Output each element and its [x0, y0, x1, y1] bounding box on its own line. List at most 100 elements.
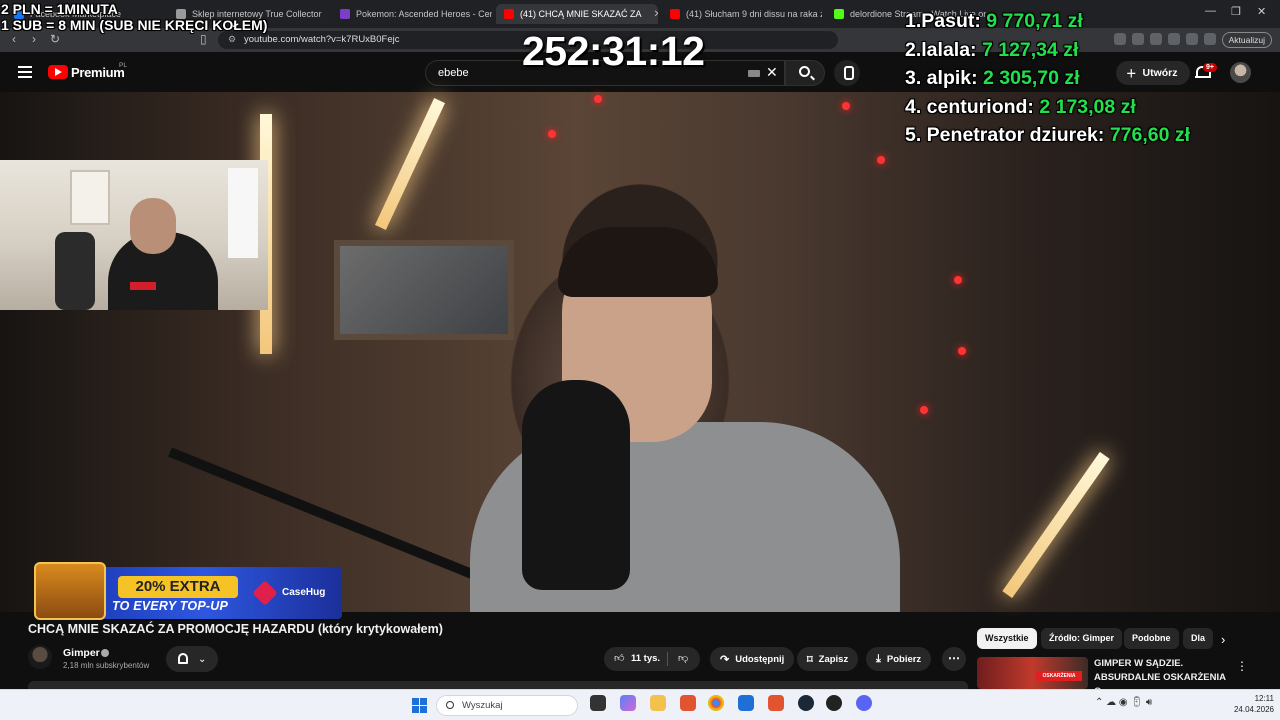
share-label: Udostępnij — [735, 653, 785, 665]
maximize-icon[interactable]: ❐ — [1231, 5, 1241, 18]
presenter-hair — [558, 227, 718, 297]
forward-icon[interactable]: › — [32, 32, 36, 46]
download-button[interactable]: ⤓ Pobierz — [866, 647, 932, 671]
donation-leaderboard: 1.Pasut: 9 770,71 zł 2.lalala: 7 127,34 … — [905, 7, 1190, 150]
donor-name: 2.lalala: — [905, 38, 977, 61]
dislike-icon[interactable]: 👎︎ — [678, 652, 688, 664]
sponsor-extra: 20% EXTRA — [118, 576, 238, 598]
background-light — [548, 130, 556, 138]
donor-amount: 9 770,71 zł — [986, 10, 1083, 32]
background-light — [374, 98, 446, 230]
tab-label: (41) CHCĄ MNIE SKAZAĆ ZA — [520, 9, 642, 19]
channel-avatar[interactable] — [28, 645, 52, 669]
leaderboard-row: 4. centuriond: 2 173,08 zł — [905, 93, 1190, 122]
youtube-logo-icon[interactable] — [48, 65, 68, 79]
voice-search-button[interactable] — [834, 60, 860, 86]
tab-youtube-active[interactable]: (41) CHCĄ MNIE SKAZAĆ ZA ✕ — [496, 4, 658, 24]
pricecharting-icon — [340, 9, 350, 19]
share-button[interactable]: ↷ Udostępnij — [710, 647, 795, 671]
donor-amount: 7 127,34 zł — [981, 38, 1079, 61]
file-explorer-icon[interactable] — [650, 695, 666, 711]
taskbar-search[interactable]: Wyszukaj — [436, 695, 578, 716]
system-tray[interactable]: ⌃ ☁ ◉ 🔋︎ 🔊︎ — [1095, 697, 1152, 708]
leaderboard-row: 3. alpik: 2 305,70 zł — [905, 64, 1190, 93]
avatar[interactable] — [1230, 62, 1251, 83]
extension-icon[interactable] — [1204, 33, 1216, 45]
chip-source[interactable]: Źródło: Gimper — [1041, 628, 1122, 649]
keyboard-icon[interactable] — [748, 70, 760, 77]
notification-badge: 9+ — [1203, 63, 1217, 72]
like-count[interactable]: 11 tys. — [631, 653, 660, 664]
donor-name: 4. centuriond: — [905, 95, 1034, 118]
more-vert-icon[interactable]: ⋮ — [1236, 659, 1248, 673]
donor-amount: 2 305,70 zł — [983, 67, 1080, 89]
close-tab-icon[interactable]: ✕ — [654, 9, 658, 20]
search-button[interactable] — [785, 60, 825, 86]
background-tv — [334, 240, 514, 340]
copilot-icon[interactable] — [620, 695, 636, 711]
chip-for-you[interactable]: Dla — [1183, 628, 1213, 649]
tab-pokemon[interactable]: Pokemon: Ascended Heroes - Ceny K — [332, 4, 492, 24]
sponsor-brand: CaseHug — [282, 587, 326, 598]
discord-icon[interactable] — [856, 695, 872, 711]
taskbar-search-placeholder: Wyszukaj — [462, 700, 503, 711]
windows-start-icon[interactable] — [412, 698, 427, 713]
site-info-icon[interactable]: ⚙ — [228, 34, 236, 45]
like-dislike-group: 👍︎ 11 tys. 👎︎ — [604, 647, 700, 671]
donor-name: 5. Penetrator dziurek: — [905, 124, 1105, 146]
cam-shirt-logo — [130, 282, 156, 290]
steam-icon[interactable] — [798, 695, 814, 711]
store-icon[interactable] — [738, 695, 754, 711]
thumbnail-label: OSKARŻENIA — [1036, 671, 1082, 681]
taskbar-clock[interactable]: 12:11 24.04.2026 — [1226, 693, 1274, 715]
tab-youtube-2[interactable]: (41) Słucham 9 dni dissu na raka żeb — [662, 4, 822, 24]
divider — [667, 652, 668, 666]
channel-name[interactable]: Gimper — [63, 647, 100, 659]
more-actions-icon[interactable]: ⋯ — [942, 647, 966, 671]
rate-line-1: 2 PLN = 1MINUTA — [1, 1, 118, 17]
brave-active-icon[interactable] — [768, 695, 784, 711]
background-light — [954, 276, 962, 284]
clock-date: 24.04.2026 — [1233, 705, 1274, 714]
chip-all[interactable]: Wszystkie — [977, 628, 1037, 649]
clear-search-icon[interactable]: ✕ — [766, 64, 778, 81]
donor-name: 3. alpik: — [905, 67, 978, 89]
like-icon[interactable]: 👍︎ — [614, 652, 624, 664]
obs-icon[interactable] — [826, 695, 842, 711]
chevron-right-icon[interactable]: › — [1221, 632, 1225, 647]
rate-line-2: 1 SUB = 8 MIN (SUB NIE KRĘCI KOŁEM) — [1, 17, 268, 33]
url-text: youtube.com/watch?v=k7RUxB0Fejc — [244, 34, 400, 45]
reload-icon[interactable]: ↻ — [50, 32, 60, 46]
youtube-icon — [670, 9, 680, 19]
screen: Facebook Marketplace Sklep internetowy T… — [0, 0, 1280, 720]
update-button[interactable]: Aktualizuj — [1221, 32, 1272, 48]
back-icon[interactable]: ‹ — [12, 32, 16, 46]
menu-icon[interactable] — [18, 66, 32, 78]
subscribe-notifications-button[interactable]: ⌄ — [166, 646, 218, 672]
background-light — [594, 95, 602, 103]
background-light — [1002, 451, 1110, 599]
minimize-icon[interactable]: — — [1205, 5, 1216, 17]
subathon-timer: 252:31:12 — [522, 28, 705, 74]
tab-label: (41) Słucham 9 dni dissu na raka żeb — [686, 9, 822, 19]
sponsor-topup: TO EVERY TOP-UP — [112, 599, 229, 613]
close-window-icon[interactable]: ✕ — [1257, 5, 1266, 18]
cam-chair — [55, 232, 95, 310]
bookmark-icon[interactable]: ▯ — [200, 32, 207, 46]
cam-shelf — [70, 170, 110, 225]
donation-rate-overlay: 2 PLN = 1MINUTA 1 SUB = 8 MIN (SUB NIE K… — [1, 1, 267, 33]
tab-label: Pokemon: Ascended Heroes - Ceny K — [356, 9, 492, 19]
task-view-icon[interactable] — [590, 695, 606, 711]
leaderboard-row: 2.lalala: 7 127,34 zł — [905, 36, 1190, 65]
brave-icon[interactable] — [680, 695, 696, 711]
save-label: Zapisz — [818, 653, 849, 665]
search-icon — [446, 701, 454, 709]
description-box[interactable] — [28, 681, 968, 689]
youtube-brand[interactable]: Premium — [71, 65, 125, 80]
chip-related[interactable]: Podobne — [1124, 628, 1179, 649]
save-button[interactable]: ⌑ Zapisz — [797, 647, 859, 671]
chrome-icon[interactable] — [708, 695, 724, 711]
donor-amount: 776,60 zł — [1109, 124, 1191, 146]
kick-icon — [834, 9, 844, 19]
donor-name: 1.Pasut: — [905, 10, 981, 32]
